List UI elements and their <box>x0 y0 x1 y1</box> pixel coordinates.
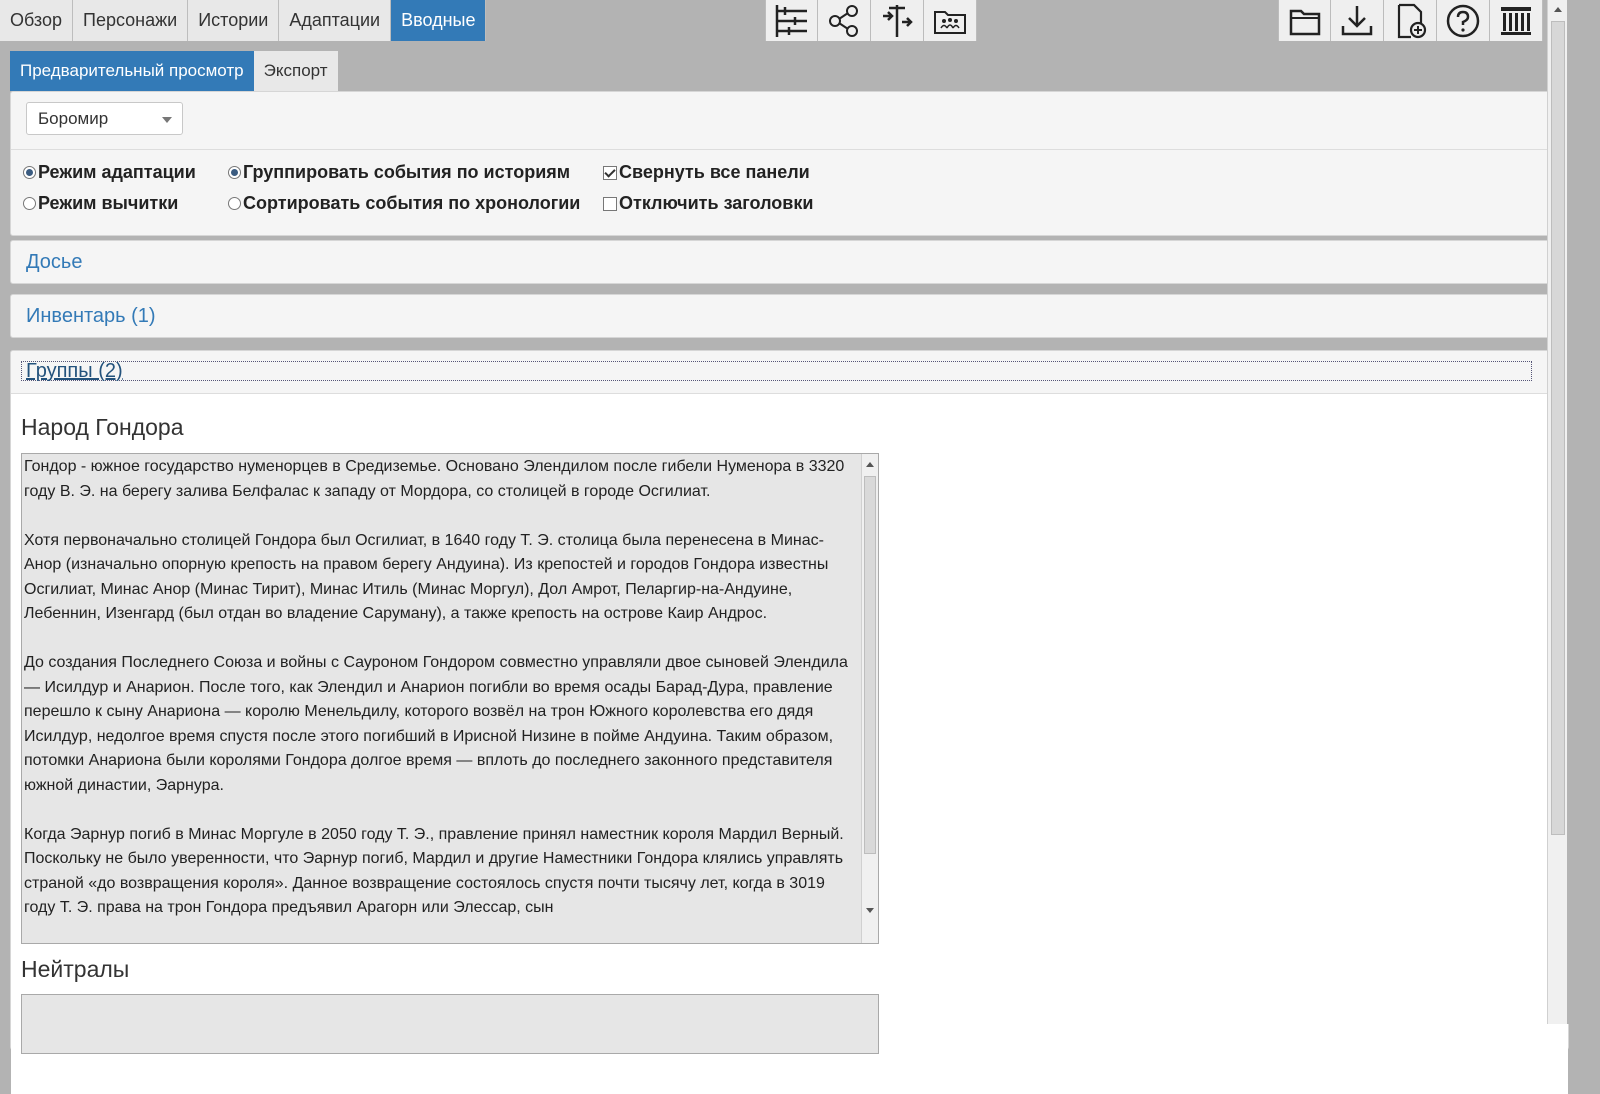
sort-by-time-option[interactable]: Сортировать события по хронологии <box>228 193 580 214</box>
group-by-story-label: Группировать события по историям <box>243 162 571 182</box>
scroll-down-icon[interactable] <box>866 908 874 913</box>
scroll-up-icon[interactable] <box>866 462 874 467</box>
group-title: Народ Гондора <box>21 414 184 440</box>
sub-tabs: Предварительный просмотр Экспорт <box>10 51 338 91</box>
dossier-panel[interactable]: Досье <box>10 240 1569 284</box>
disable-headers-checkbox[interactable] <box>603 196 617 211</box>
preview-content: Боромир Режим адаптации Режим вычитки Гр… <box>10 91 1569 1094</box>
adaptation-mode-label: Режим адаптации <box>38 162 196 182</box>
center-toolbar <box>765 0 977 41</box>
adaptation-mode-radio[interactable] <box>23 166 36 179</box>
disable-headers-label: Отключить заголовки <box>619 193 814 213</box>
timeline-button[interactable] <box>765 0 818 41</box>
timeline-icon <box>775 4 807 37</box>
tab-export[interactable]: Экспорт <box>253 51 338 91</box>
group-by-story-radio[interactable] <box>228 166 241 179</box>
groups-panel-header[interactable]: Группы (2) <box>11 351 1568 394</box>
chevron-down-icon <box>162 117 172 123</box>
group-by-story-option[interactable]: Группировать события по историям <box>228 162 570 183</box>
top-navigation-bar: Обзор Персонажи Истории Адаптации Вводны… <box>0 0 1581 41</box>
help-icon <box>1446 4 1480 37</box>
relations-icon <box>883 4 913 37</box>
page-scroll-thumb[interactable] <box>1551 21 1565 835</box>
help-button[interactable] <box>1437 0 1490 41</box>
download-icon <box>1341 5 1373 35</box>
options-panel: Боромир Режим адаптации Режим вычитки Гр… <box>10 91 1569 236</box>
group-text-area[interactable]: Гондор - южное государство нуменорцев в … <box>21 453 879 944</box>
columns-logo-icon <box>1501 6 1531 35</box>
tab-characters[interactable]: Персонажи <box>73 0 189 41</box>
proof-mode-label: Режим вычитки <box>38 193 179 213</box>
inventory-panel-title[interactable]: Инвентарь (1) <box>26 305 156 328</box>
sort-by-time-radio[interactable] <box>228 197 241 210</box>
adaptation-mode-option[interactable]: Режим адаптации <box>23 162 196 183</box>
relations-button[interactable] <box>871 0 924 41</box>
network-button[interactable] <box>818 0 871 41</box>
options-header: Боромир <box>11 92 1568 150</box>
download-button[interactable] <box>1331 0 1384 41</box>
page-scrollbar[interactable] <box>1547 0 1567 1024</box>
window-edge <box>1567 0 1600 1024</box>
main-tabs: Обзор Персонажи Истории Адаптации Вводны… <box>0 0 487 41</box>
collapse-all-label: Свернуть все панели <box>619 162 810 182</box>
focus-outline <box>21 361 1532 381</box>
proof-mode-option[interactable]: Режим вычитки <box>23 193 178 214</box>
open-project-button[interactable] <box>1278 0 1331 41</box>
scroll-up-icon[interactable] <box>1554 7 1562 12</box>
sort-by-time-label: Сортировать события по хронологии <box>243 193 581 213</box>
character-select[interactable]: Боромир <box>26 102 183 135</box>
collapse-all-checkbox[interactable] <box>603 165 617 180</box>
groups-folder-icon <box>934 10 966 34</box>
character-select-value: Боромир <box>38 109 109 128</box>
disable-headers-option[interactable]: Отключить заголовки <box>603 193 813 214</box>
new-file-button[interactable] <box>1384 0 1437 41</box>
tab-preview[interactable]: Предварительный просмотр <box>10 51 254 91</box>
inventory-panel[interactable]: Инвентарь (1) <box>10 294 1569 338</box>
group-text: Гондор - южное государство нуменорцев в … <box>24 458 848 916</box>
tab-stories[interactable]: Истории <box>188 0 280 41</box>
groups-panel-title[interactable]: Группы (2) <box>26 360 123 383</box>
new-file-icon <box>1397 3 1427 38</box>
tab-adaptations[interactable]: Адаптации <box>279 0 392 41</box>
open-folder-icon <box>1289 9 1320 35</box>
tab-overview[interactable]: Обзор <box>0 0 73 41</box>
group-title: Нейтралы <box>21 956 130 982</box>
groups-panel: Группы (2) Народ Гондора Гондор - южное … <box>10 350 1569 1094</box>
dossier-panel-title[interactable]: Досье <box>26 251 82 274</box>
groups-panel-body: Народ Гондора Гондор - южное государство… <box>11 394 1568 1094</box>
app-logo-button[interactable] <box>1490 0 1543 41</box>
groups-button[interactable] <box>924 0 977 41</box>
collapse-all-option[interactable]: Свернуть все панели <box>603 162 810 183</box>
network-icon <box>829 4 858 37</box>
scroll-thumb[interactable] <box>864 476 876 854</box>
proof-mode-radio[interactable] <box>23 197 36 210</box>
text-scrollbar[interactable] <box>861 454 878 943</box>
right-toolbar <box>1278 0 1543 41</box>
group-text-area[interactable] <box>21 994 879 1054</box>
tab-briefings[interactable]: Вводные <box>391 0 487 41</box>
